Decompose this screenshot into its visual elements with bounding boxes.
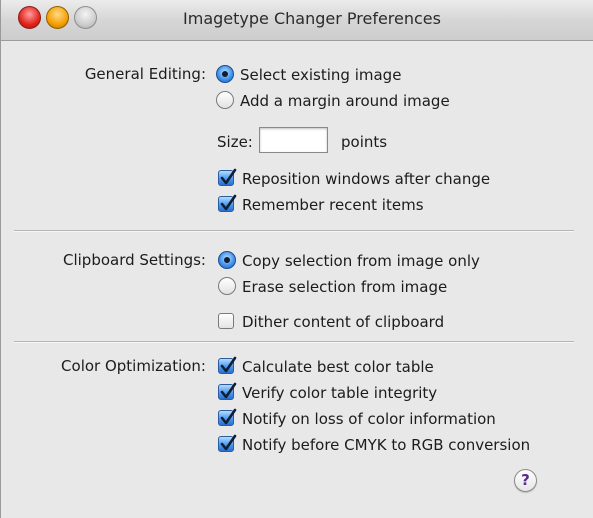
section-divider — [14, 341, 574, 343]
general-editing-label: General Editing: — [84, 65, 206, 83]
preferences-window: Imagetype Changer Preferences General Ed… — [0, 0, 593, 518]
checkbox-unchecked-icon — [218, 313, 234, 329]
size-unit-label: points — [341, 133, 388, 151]
radio-unselected-icon — [218, 277, 236, 295]
size-label: Size: — [217, 133, 253, 151]
checkbox-checked-icon — [218, 194, 237, 212]
checkbox-checked-icon — [218, 356, 237, 374]
radio-selected-icon — [216, 65, 234, 83]
help-button[interactable]: ? — [514, 469, 537, 492]
checkbox-checked-icon — [218, 408, 237, 426]
color-optimization-label: Color Optimization: — [61, 357, 206, 375]
section-divider — [14, 230, 574, 232]
checkbox-checked-icon — [218, 168, 237, 186]
checkbox-checked-icon — [218, 434, 237, 452]
clipboard-settings-label: Clipboard Settings: — [63, 251, 206, 269]
radio-unselected-icon — [216, 91, 234, 109]
window-title: Imagetype Changer Preferences — [183, 9, 441, 28]
radio-selected-icon — [218, 251, 236, 269]
title-bar[interactable]: Imagetype Changer Preferences — [1, 0, 593, 41]
size-input[interactable] — [259, 127, 328, 153]
checkbox-checked-icon — [218, 382, 237, 400]
